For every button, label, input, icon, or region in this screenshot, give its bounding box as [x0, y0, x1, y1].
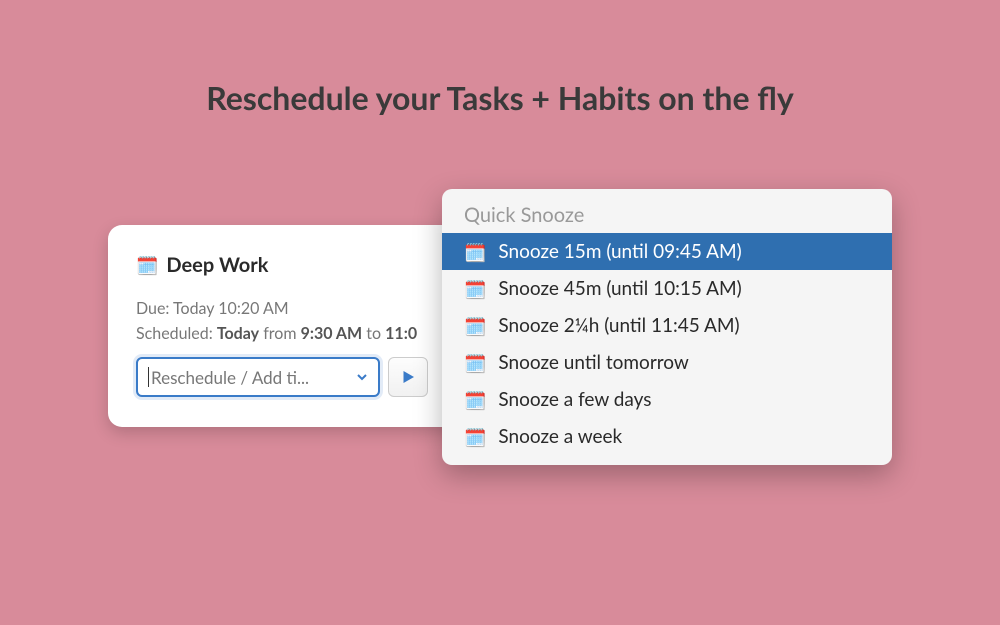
scheduled-to: to	[362, 324, 385, 343]
snooze-option[interactable]: 🗓️ Snooze until tomorrow	[442, 344, 892, 381]
calendar-icon: 🗓️	[464, 391, 486, 409]
calendar-icon: 🗓️	[464, 428, 486, 446]
calendar-icon: 🗓️	[136, 256, 158, 274]
text-cursor	[148, 367, 149, 387]
popup-header: Quick Snooze	[442, 201, 892, 233]
quick-snooze-popup: Quick Snooze 🗓️ Snooze 15m (until 09:45 A…	[442, 189, 892, 465]
scheduled-start: 9:30 AM	[301, 324, 363, 343]
snooze-option-label: Snooze 2¼h (until 11:45 AM)	[498, 314, 739, 337]
page-heading: Reschedule your Tasks + Habits on the fl…	[0, 0, 1000, 117]
snooze-option-label: Snooze until tomorrow	[498, 351, 688, 374]
chevron-down-icon	[356, 369, 368, 386]
task-title: Deep Work	[166, 253, 268, 277]
snooze-option-label: Snooze 45m (until 10:15 AM)	[498, 277, 741, 300]
scheduled-day: Today	[217, 324, 259, 343]
snooze-option[interactable]: 🗓️ Snooze a week	[442, 418, 892, 455]
calendar-icon: 🗓️	[464, 280, 486, 298]
calendar-icon: 🗓️	[464, 354, 486, 372]
scheduled-prefix: Scheduled:	[136, 324, 217, 343]
reschedule-select[interactable]: Reschedule / Add ti...	[136, 357, 380, 397]
scheduled-end: 11:0	[385, 324, 417, 343]
play-icon	[399, 368, 417, 386]
snooze-option[interactable]: 🗓️ Snooze 45m (until 10:15 AM)	[442, 270, 892, 307]
snooze-option-label: Snooze 15m (until 09:45 AM)	[498, 240, 741, 263]
snooze-option[interactable]: 🗓️ Snooze a few days	[442, 381, 892, 418]
scheduled-mid: from	[259, 324, 301, 343]
calendar-icon: 🗓️	[464, 317, 486, 335]
snooze-option[interactable]: 🗓️ Snooze 2¼h (until 11:45 AM)	[442, 307, 892, 344]
reschedule-placeholder: Reschedule / Add ti...	[151, 367, 350, 388]
snooze-option-label: Snooze a few days	[498, 388, 651, 411]
snooze-option-label: Snooze a week	[498, 425, 622, 448]
calendar-icon: 🗓️	[464, 243, 486, 261]
start-button[interactable]	[388, 357, 428, 397]
snooze-option[interactable]: 🗓️ Snooze 15m (until 09:45 AM)	[442, 233, 892, 270]
